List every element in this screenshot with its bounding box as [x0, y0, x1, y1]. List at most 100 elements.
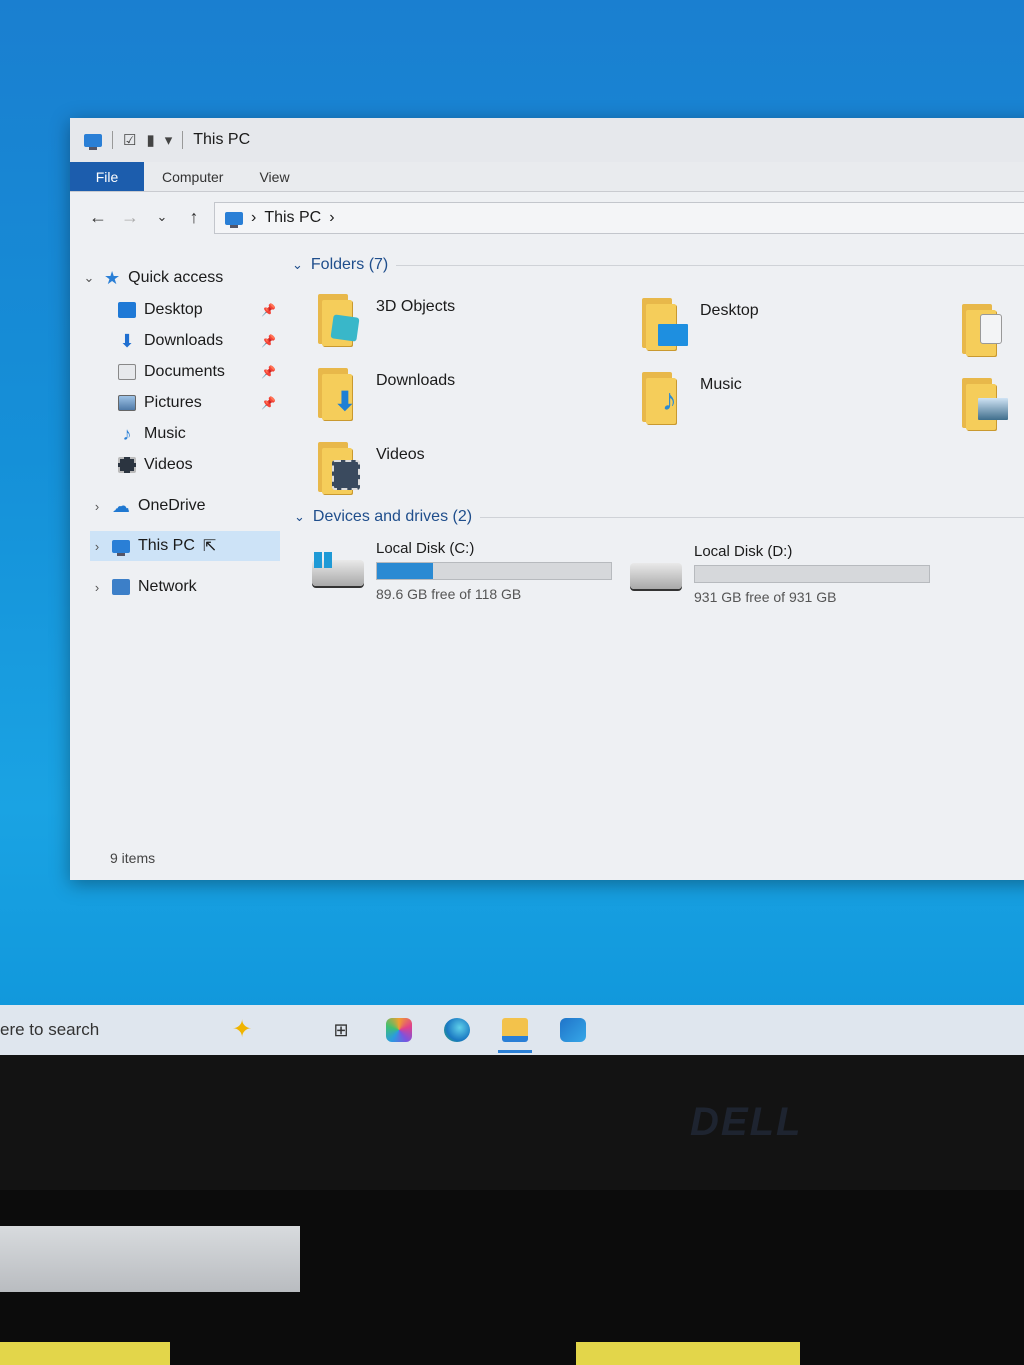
collapsed-chevron-icon[interactable]: › [90, 580, 104, 595]
drive-free-space: 931 GB free of 931 GB [694, 589, 837, 605]
folders-group-header[interactable]: ⌄ Folders (7) [292, 256, 1024, 274]
divider [112, 131, 113, 149]
search-placeholder: ere to search [0, 1020, 100, 1039]
group-label: Devices and drives (2) [312, 508, 473, 525]
desktop-background: ☑ ▮ ▾ This PC File Computer View ← → ⌄ ↑… [0, 0, 1024, 1010]
tab-view[interactable]: View [241, 162, 307, 191]
star-icon: ★ [104, 267, 121, 288]
videos-folder-icon [318, 438, 360, 494]
pin-icon: 📌 [261, 365, 276, 379]
folder-downloads[interactable]: ⬇ Downloads [318, 364, 618, 428]
sidebar-item-music[interactable]: ♪ Music [118, 420, 186, 448]
this-pc-icon [112, 539, 130, 556]
sidebar-item-label: Desktop [144, 301, 203, 318]
sidebar-item-label: Quick access [128, 269, 224, 286]
outlook-icon[interactable] [544, 1005, 602, 1055]
taskbar: ere to search ✦ ⊞ [0, 1005, 1024, 1055]
content-pane: ⌄ Folders (7) 3D Objects Desktop ⬇ Downl… [290, 250, 1024, 850]
breadcrumb-separator-icon: › [251, 209, 257, 226]
divider [480, 516, 1024, 518]
hard-drive-icon [312, 552, 364, 586]
forward-arrow-icon[interactable]: → [114, 207, 146, 228]
new-folder-icon[interactable]: ▮ [146, 131, 154, 149]
drive-label: Local Disk (D:) [694, 543, 793, 560]
properties-icon[interactable]: ☑ [123, 131, 136, 149]
up-arrow-icon[interactable]: ↑ [178, 207, 210, 228]
silver-object [0, 1226, 300, 1292]
network-icon [112, 579, 130, 595]
videos-icon [118, 457, 136, 473]
expanded-chevron-icon[interactable]: ⌄ [292, 257, 303, 273]
sidebar-item-label: OneDrive [138, 497, 206, 514]
desktop-folder-icon [642, 294, 688, 350]
taskbar-search-box[interactable]: ere to search ✦ [0, 1005, 312, 1055]
drive-free-space: 89.6 GB free of 118 GB [376, 586, 522, 602]
this-pc-icon [225, 211, 243, 228]
pin-icon: 📌 [261, 396, 276, 410]
folder-label: 3D Objects [376, 298, 456, 315]
tab-computer[interactable]: Computer [144, 162, 241, 191]
folder-pictures[interactable] [962, 374, 1022, 438]
navigation-pane: ⌄ ★ Quick access Desktop 📌 ⬇ Downloads 📌… [70, 258, 282, 848]
sidebar-item-label: Pictures [144, 394, 202, 411]
windows-logo-icon [314, 552, 332, 568]
customize-toolbar-chevron-icon[interactable]: ▾ [165, 131, 173, 149]
drives-group-header[interactable]: ⌄ Devices and drives (2) [294, 508, 1024, 526]
breadcrumb-chevron-icon[interactable]: › [329, 209, 334, 227]
back-arrow-icon[interactable]: ← [82, 207, 114, 228]
sticky-note [0, 1342, 170, 1365]
documents-folder-icon [962, 300, 1002, 356]
sparkle-icon[interactable]: ✦ [232, 1015, 252, 1044]
navigation-bar: ← → ⌄ ↑ › This PC › [70, 198, 1024, 236]
drive-local-disk-d[interactable]: Local Disk (D:) 931 GB free of 931 GB [630, 543, 950, 613]
sidebar-item-this-pc[interactable]: › This PC ⇱ [90, 531, 280, 561]
folder-label: Music [700, 376, 742, 393]
sidebar-item-label: Music [144, 425, 186, 442]
sidebar-item-documents[interactable]: Documents 📌 [118, 358, 276, 386]
sticky-note [576, 1342, 800, 1365]
desktop-folder-icon [118, 302, 136, 318]
edge-icon[interactable] [428, 1005, 486, 1055]
sidebar-item-quick-access[interactable]: ⌄ ★ Quick access [82, 264, 224, 292]
expanded-chevron-icon[interactable]: ⌄ [294, 509, 305, 525]
file-explorer-icon[interactable] [486, 1005, 544, 1055]
drive-local-disk-c[interactable]: Local Disk (C:) 89.6 GB free of 118 GB [312, 540, 632, 610]
sidebar-item-downloads[interactable]: ⬇ Downloads 📌 [118, 327, 276, 355]
recent-locations-chevron-icon[interactable]: ⌄ [146, 209, 178, 225]
group-label: Folders (7) [310, 256, 389, 273]
music-icon: ♪ [122, 423, 132, 444]
tab-file[interactable]: File [70, 162, 144, 191]
divider [396, 264, 1024, 266]
3d-objects-icon [318, 290, 360, 346]
folder-desktop[interactable]: Desktop [642, 294, 942, 358]
pin-icon: 📌 [261, 334, 276, 348]
drive-usage-bar [376, 562, 612, 580]
sidebar-item-network[interactable]: › Network [90, 573, 197, 601]
sidebar-item-label: Downloads [144, 332, 224, 349]
collapsed-chevron-icon[interactable]: › [90, 539, 104, 554]
expanded-chevron-icon[interactable]: ⌄ [82, 270, 96, 286]
status-bar-item-count: 9 items [110, 850, 156, 866]
cloud-icon: ☁ [112, 495, 130, 516]
drive-usage-fill [377, 563, 434, 579]
breadcrumb-this-pc[interactable]: This PC [264, 209, 321, 227]
folder-label: Videos [376, 446, 425, 463]
pictures-icon [118, 395, 136, 411]
folder-label: Downloads [376, 372, 456, 389]
copilot-icon[interactable] [370, 1005, 428, 1055]
sidebar-item-pictures[interactable]: Pictures 📌 [118, 389, 276, 417]
folder-label: Desktop [700, 302, 759, 319]
folder-videos[interactable]: Videos [318, 438, 618, 502]
sidebar-item-videos[interactable]: Videos [118, 451, 193, 479]
folder-3d-objects[interactable]: 3D Objects [318, 290, 618, 354]
folder-documents[interactable] [962, 300, 1022, 364]
pictures-folder-icon [962, 374, 1008, 430]
address-bar[interactable]: › This PC › [214, 202, 1024, 234]
sidebar-item-onedrive[interactable]: › ☁ OneDrive [90, 492, 206, 520]
collapsed-chevron-icon[interactable]: › [90, 499, 104, 514]
music-folder-icon: ♪ [642, 368, 682, 424]
task-view-icon[interactable]: ⊞ [312, 1005, 370, 1055]
folder-music[interactable]: ♪ Music [642, 368, 942, 432]
drive-label: Local Disk (C:) [376, 540, 475, 557]
sidebar-item-desktop[interactable]: Desktop 📌 [118, 296, 276, 324]
